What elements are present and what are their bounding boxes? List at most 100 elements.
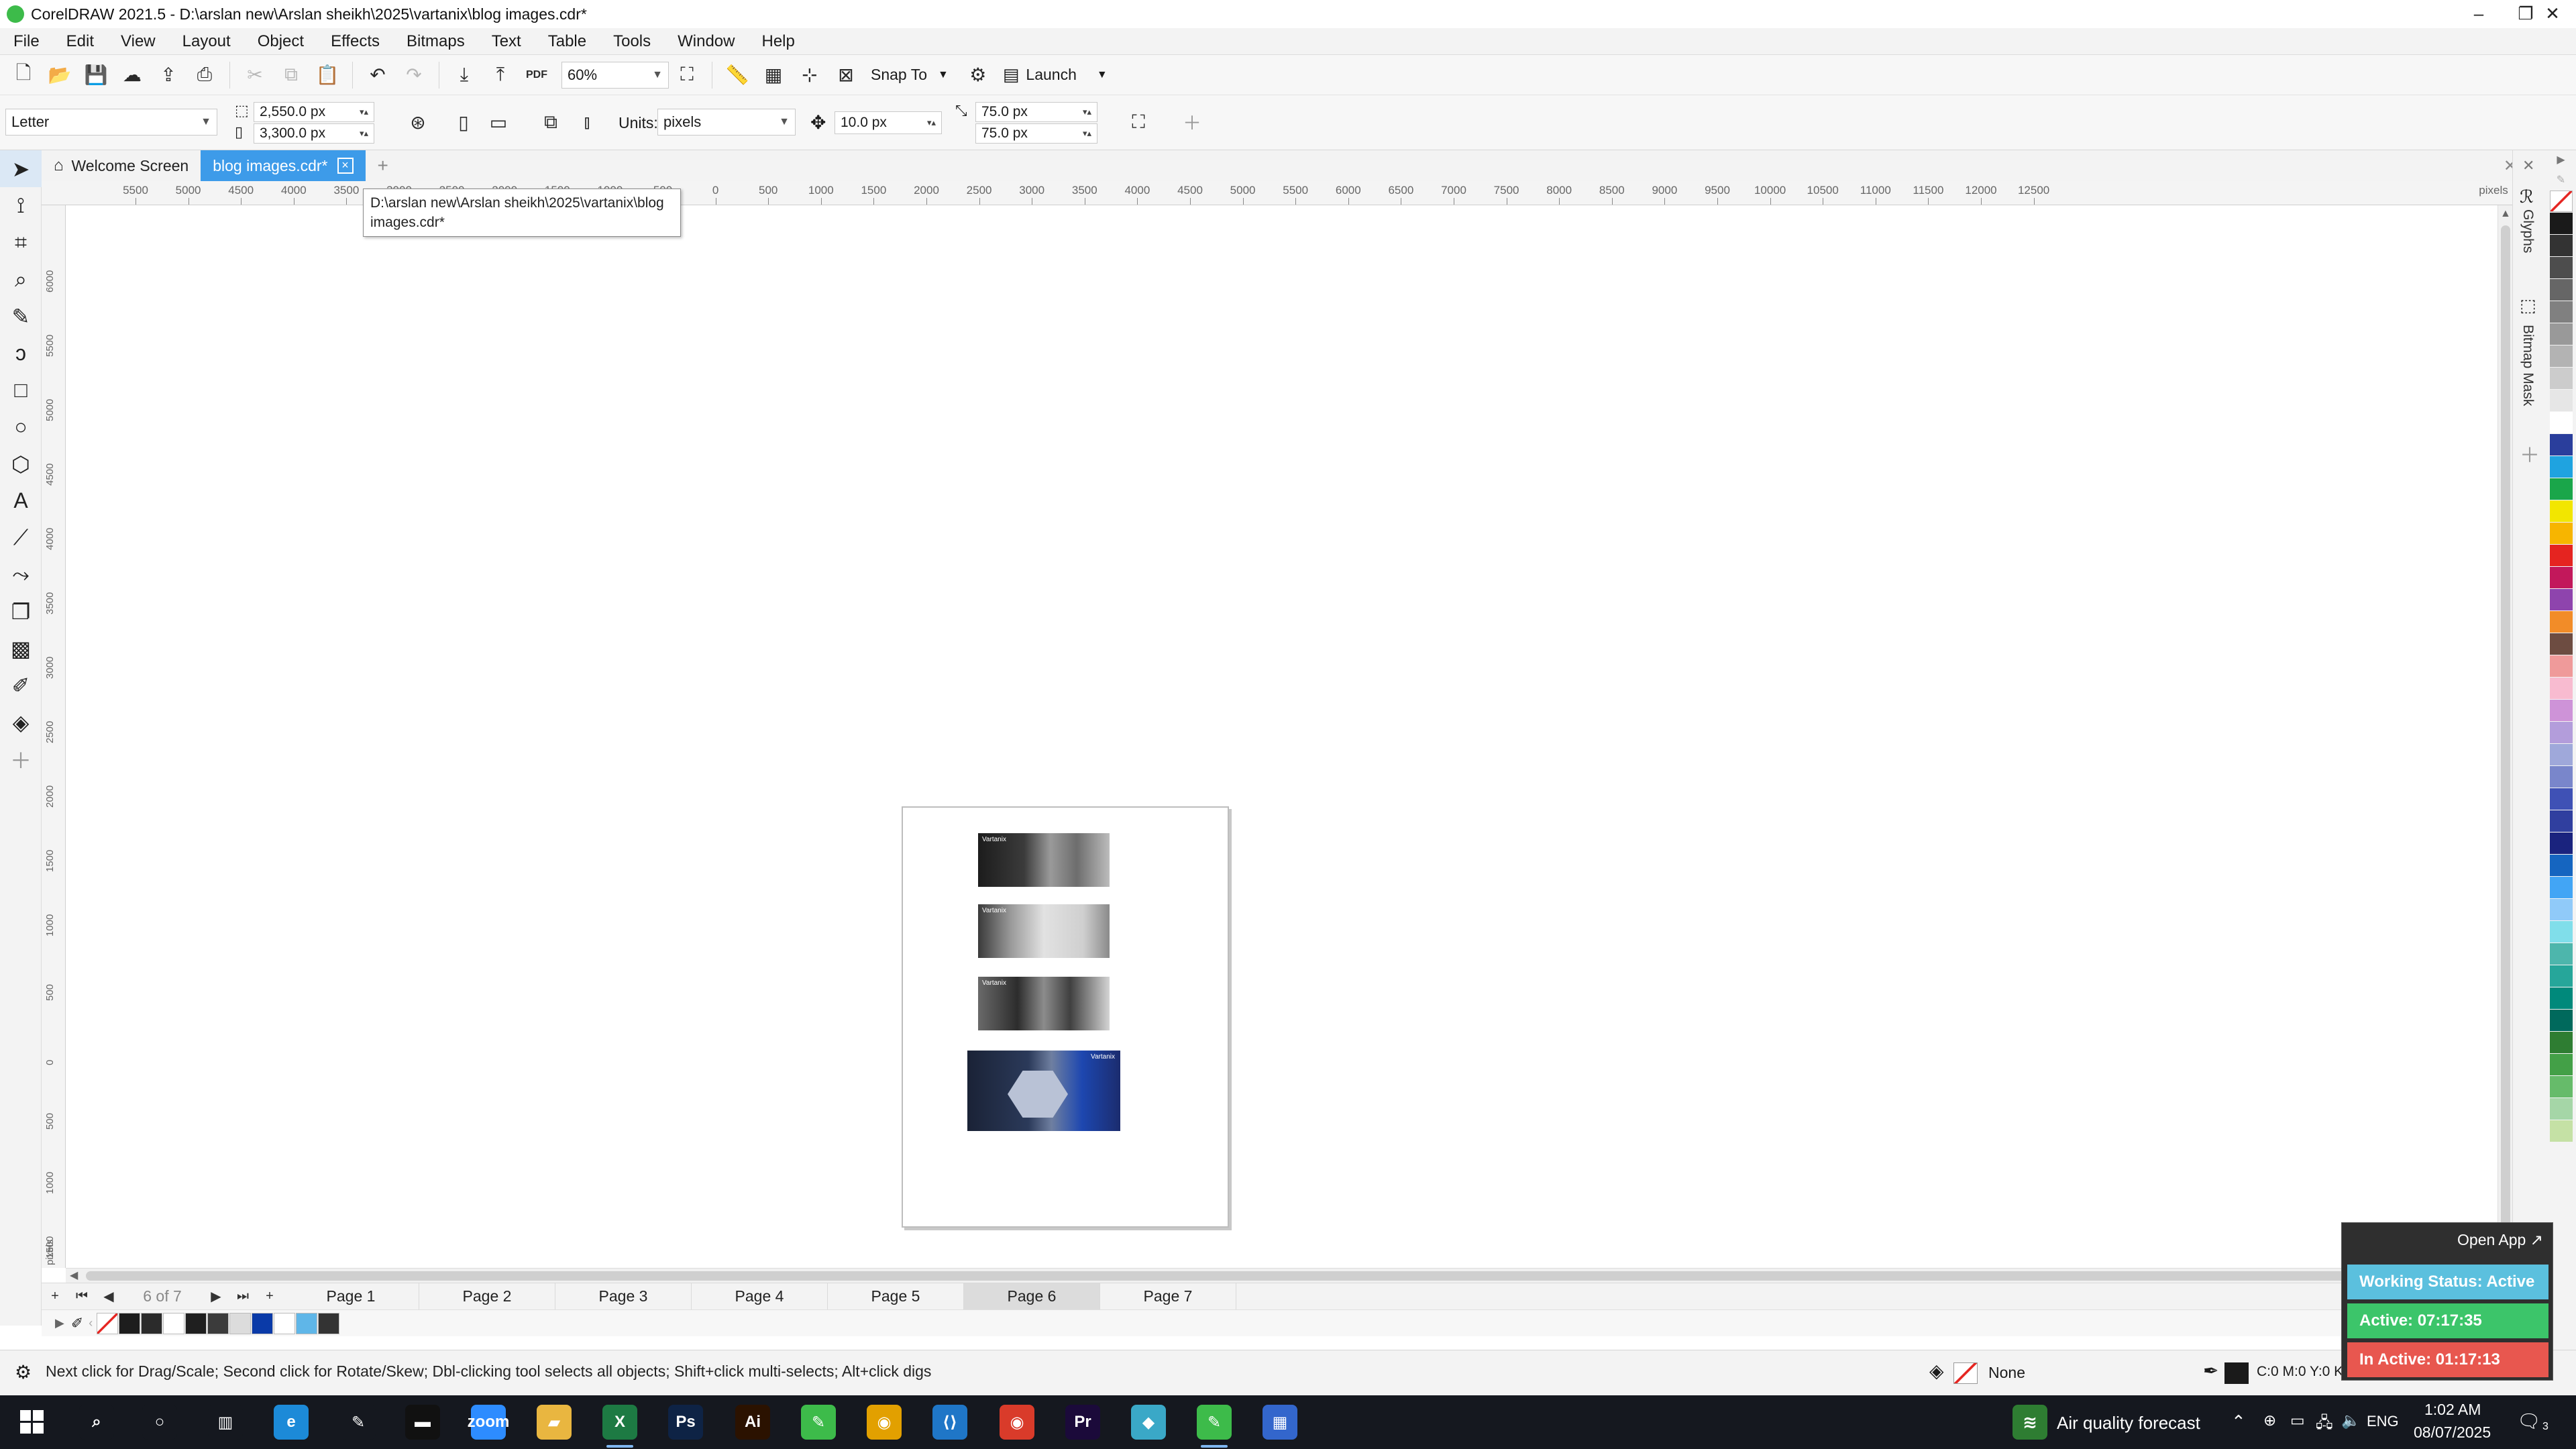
start-button[interactable] [15,1405,50,1440]
palette-color-swatch[interactable] [2550,855,2573,876]
bleed-icon[interactable]: ⫾ [574,109,600,136]
palette-color-swatch[interactable] [2550,434,2573,455]
palette-color-swatch[interactable] [2550,943,2573,965]
palette-color-swatch[interactable] [2550,279,2573,301]
palette-menu-icon[interactable]: ▶ [2546,150,2576,170]
minimize-button[interactable]: – [2455,0,2502,28]
taskbar-chrome-2-icon[interactable]: ◉ [1000,1405,1034,1440]
next-page-icon[interactable]: ▶ [203,1283,229,1310]
palette-color-swatch[interactable] [2550,456,2573,478]
vertical-scroll-thumb[interactable] [2501,225,2510,1232]
cloud-icon[interactable]: ☁ [119,62,146,89]
add-docker-icon[interactable]: ＋ [2520,439,2540,468]
palette-color-swatch[interactable] [2550,589,2573,610]
horizontal-scroll-thumb[interactable] [86,1271,2474,1281]
taskbar-vscode-icon[interactable]: ⟨⟩ [932,1405,967,1440]
volume-icon[interactable]: 🔈 [2341,1411,2361,1430]
palette-color-swatch[interactable] [2550,235,2573,256]
document-color-swatch[interactable] [229,1312,252,1334]
portrait-icon[interactable]: ▯ [450,109,477,136]
palette-color-swatch[interactable] [2550,1120,2573,1142]
document-color-swatch[interactable] [141,1312,163,1334]
palette-color-swatch[interactable] [2550,700,2573,721]
taskbar-coreldraw-1-icon[interactable]: ✎ [801,1405,836,1440]
import-icon[interactable]: ⤓ [451,62,478,89]
ellipse-tool-icon[interactable]: ○ [0,409,42,445]
palette-color-swatch[interactable] [2550,810,2573,832]
palette-color-swatch[interactable] [2550,611,2573,633]
taskbar-illustrator-icon[interactable]: Ai [735,1405,770,1440]
snap-to-dropdown[interactable]: Snap To ▼ [871,62,949,89]
taskbar-excel-icon[interactable]: X [602,1405,637,1440]
taskbar-zoom-icon[interactable]: zoom [468,1405,509,1440]
palette-color-swatch[interactable] [2550,1054,2573,1075]
connector-tool-icon[interactable]: ⤳ [0,556,42,593]
show-grid-icon[interactable]: ▦ [760,62,787,89]
docker-tab-bitmap-mask[interactable]: Bitmap Mask [2520,325,2536,406]
taskbar-photoshop-icon[interactable]: Ps [668,1405,703,1440]
full-screen-preview-icon[interactable]: ⛶ [674,62,700,89]
scroll-left-icon[interactable]: ◀ [70,1269,78,1282]
show-rulers-icon[interactable]: 📏 [724,62,751,89]
taskbar-chrome-icon[interactable]: ◉ [867,1405,902,1440]
menu-layout[interactable]: Layout [169,28,244,55]
polygon-tool-icon[interactable]: ⬡ [0,445,42,482]
document-color-swatch[interactable] [296,1312,318,1334]
palette-color-swatch[interactable] [2550,412,2573,433]
vertical-ruler[interactable]: 6000 5500 5000 4500 4000 3500 3000 2500 2000 1500… [42,205,66,1268]
taskbar-calculator-icon[interactable]: ▦ [1263,1405,1297,1440]
palette-color-swatch[interactable] [2550,877,2573,898]
palette-color-swatch[interactable] [2550,390,2573,411]
outline-swatch[interactable] [2224,1362,2249,1384]
palette-color-swatch[interactable] [2550,921,2573,943]
crop-tool-icon[interactable]: ⌗ [0,224,42,261]
page-tab-2[interactable]: Page 2 [419,1283,555,1310]
paste-icon[interactable]: 📋 [314,62,341,89]
rectangle-tool-icon[interactable]: □ [0,372,42,409]
palette-color-swatch[interactable] [2550,257,2573,278]
show-guidelines-icon[interactable]: ⊹ [796,62,823,89]
menu-text[interactable]: Text [478,28,535,55]
palette-color-swatch[interactable] [2550,1010,2573,1031]
document-color-swatch[interactable] [207,1312,229,1334]
upload-cloud-icon[interactable]: ⇪ [155,62,182,89]
scroll-up-icon[interactable]: ▲ [2500,208,2511,220]
page-tab-1[interactable]: Page 1 [283,1283,419,1310]
palette-color-swatch[interactable] [2550,833,2573,854]
close-button[interactable]: ✕ [2529,0,2576,28]
page-tab-4[interactable]: Page 4 [692,1283,828,1310]
taskbar-pen-icon[interactable]: ✎ [341,1405,376,1440]
palette-color-swatch[interactable] [2550,766,2573,788]
redo-icon[interactable]: ↷ [400,62,427,89]
previous-page-icon[interactable]: ◀ [95,1283,122,1310]
eyedropper-tool-icon[interactable]: ✐ [0,667,42,704]
tray-battery-icon[interactable]: ▭ [2290,1411,2305,1430]
page-tab-6[interactable]: Page 6 [964,1283,1100,1310]
document-color-swatch[interactable] [119,1312,141,1334]
menu-file[interactable]: File [0,28,53,55]
print-icon[interactable]: ⎙ [191,62,218,89]
palette-color-swatch[interactable] [2550,345,2573,367]
weather-text[interactable]: Air quality forecast [2057,1413,2200,1434]
open-icon[interactable]: 📂 [46,62,73,89]
units-select[interactable]: pixels ▼ [657,109,796,136]
document-color-swatch[interactable] [318,1312,340,1334]
no-color-swatch[interactable] [97,1312,119,1334]
first-page-icon[interactable]: ⏮ [68,1283,95,1310]
palette-color-swatch[interactable] [2550,987,2573,1009]
options-gear-icon[interactable]: ⚙ [965,62,991,89]
no-fill-swatch[interactable] [2550,191,2573,212]
taskbar-explorer-icon[interactable]: ▰ [537,1405,572,1440]
taskbar-terminal-icon[interactable]: ▬ [405,1405,440,1440]
network-icon[interactable]: 🖧 [2316,1411,2333,1438]
freehand-tool-icon[interactable]: ✎ [0,298,42,335]
close-tab-icon[interactable]: × [337,158,354,174]
palette-color-swatch[interactable] [2550,567,2573,588]
export-icon[interactable]: ⤒ [487,62,514,89]
page-tab-3[interactable]: Page 3 [555,1283,692,1310]
menu-object[interactable]: Object [244,28,317,55]
page-tab-5[interactable]: Page 5 [828,1283,964,1310]
palette-color-swatch[interactable] [2550,301,2573,323]
settings-gear-icon[interactable]: ⚙ [15,1361,32,1383]
page-tab-7[interactable]: Page 7 [1100,1283,1236,1310]
